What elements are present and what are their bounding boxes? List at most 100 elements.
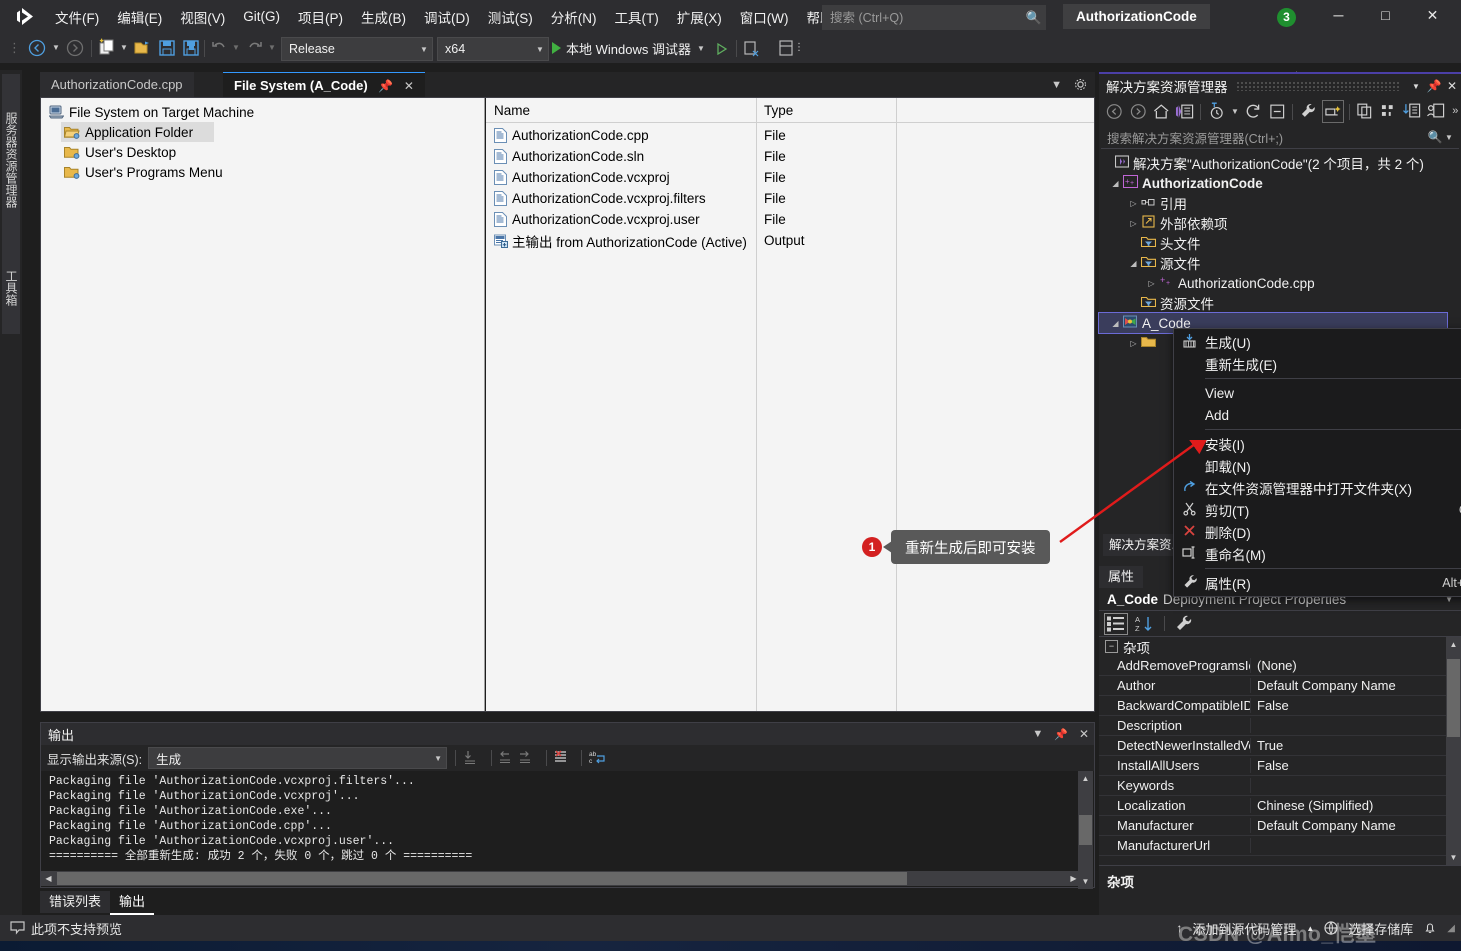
- fs-node-root[interactable]: File System on Target Machine: [41, 102, 484, 122]
- scroll-left-icon[interactable]: ◀: [41, 871, 56, 886]
- solution-explorer-search[interactable]: 搜索解决方案资源管理器(Ctrl+;) 🔍 ▼: [1101, 126, 1459, 149]
- column-header-type[interactable]: Type: [756, 103, 896, 118]
- chevron-down-icon[interactable]: ▼: [416, 45, 432, 54]
- property-row[interactable]: DetectNewerInstalledVersion True: [1099, 736, 1461, 756]
- find-message-icon[interactable]: [464, 749, 484, 767]
- redo-icon[interactable]: [244, 37, 266, 59]
- chevron-down-icon[interactable]: ▼: [697, 44, 705, 53]
- close-icon[interactable]: ✕: [1079, 727, 1089, 741]
- collapse-all-icon[interactable]: [1267, 101, 1288, 122]
- tree-node-external-dependencies[interactable]: ▷ 外部依赖项: [1099, 213, 1461, 233]
- sync-with-active-document-icon[interactable]: [1402, 101, 1423, 122]
- scrollbar-thumb[interactable]: [1447, 659, 1460, 737]
- toolbar-overflow-icon[interactable]: »: [1449, 101, 1461, 122]
- solution-tree[interactable]: 解决方案"AuthorizationCode"(2 个项目，共 2 个) ◢ +…: [1098, 149, 1461, 353]
- collapse-icon[interactable]: −: [1105, 640, 1118, 653]
- home-icon[interactable]: [1151, 101, 1172, 122]
- close-button[interactable]: ✕: [1410, 0, 1455, 31]
- wrench-icon[interactable]: [1298, 101, 1319, 122]
- properties-grid[interactable]: − 杂项 AddRemoveProgramsIcon (None) Author…: [1099, 637, 1461, 865]
- scroll-right-icon[interactable]: ▶: [1066, 871, 1081, 886]
- pin-icon[interactable]: 📌: [1054, 728, 1068, 741]
- table-row[interactable]: AuthorizationCode.sln File: [486, 146, 1094, 167]
- go-to-next-message-icon[interactable]: [519, 749, 539, 767]
- menu-analyze[interactable]: 分析(N): [542, 3, 606, 31]
- navigate-forward-icon[interactable]: [1128, 101, 1149, 122]
- global-search-box[interactable]: 🔍: [822, 5, 1046, 30]
- dock-tab-properties[interactable]: 属性: [1099, 566, 1144, 588]
- dock-tab-toolbox[interactable]: 工具箱: [2, 242, 20, 334]
- chevron-down-icon[interactable]: ▼: [1051, 79, 1062, 91]
- twisty-expanded-icon[interactable]: ◢: [1109, 319, 1122, 328]
- property-value[interactable]: Default Company Name: [1251, 818, 1461, 833]
- save-all-icon[interactable]: [180, 37, 202, 59]
- properties-category-misc[interactable]: − 杂项: [1099, 637, 1461, 656]
- file-list[interactable]: Name Type AuthorizationCode.cpp File Aut…: [486, 98, 1094, 711]
- twisty-collapsed-icon[interactable]: ▷: [1145, 279, 1158, 288]
- twisty-expanded-icon[interactable]: ◢: [1109, 179, 1122, 188]
- output-source-combo[interactable]: 生成 ▼: [148, 747, 448, 769]
- navigate-forward-icon[interactable]: [64, 37, 86, 59]
- toolbar-overflow-icon[interactable]: ⋮: [793, 37, 805, 59]
- chevron-down-icon[interactable]: ▼: [430, 754, 446, 763]
- menu-extensions[interactable]: 扩展(X): [668, 3, 731, 31]
- class-view-icon[interactable]: [1379, 101, 1400, 122]
- output-horizontal-scrollbar[interactable]: ◀ ▶: [41, 871, 1081, 886]
- menu-item-delete[interactable]: 删除(D) Del: [1174, 521, 1461, 543]
- gear-icon[interactable]: [1074, 78, 1087, 91]
- property-value[interactable]: Chinese (Simplified): [1251, 798, 1461, 813]
- column-header-name[interactable]: Name: [486, 103, 756, 118]
- twisty-collapsed-icon[interactable]: ▷: [1127, 339, 1140, 348]
- minimize-button[interactable]: ─: [1316, 0, 1361, 31]
- undo-icon[interactable]: [208, 37, 230, 59]
- property-row[interactable]: Keywords: [1099, 776, 1461, 796]
- refresh-icon[interactable]: [1243, 101, 1264, 122]
- menu-test[interactable]: 测试(S): [479, 3, 542, 31]
- navigate-back-dropdown-icon[interactable]: ▼: [50, 37, 62, 59]
- pin-icon[interactable]: 📌: [1425, 79, 1443, 93]
- preview-changes-icon[interactable]: [740, 37, 762, 59]
- menu-window[interactable]: 窗口(W): [731, 3, 798, 31]
- property-value[interactable]: False: [1251, 758, 1461, 773]
- tree-node-references[interactable]: ▷ 引用: [1099, 193, 1461, 213]
- clear-all-icon[interactable]: [554, 749, 574, 767]
- menu-project[interactable]: 项目(P): [289, 3, 352, 31]
- menu-item-rename[interactable]: 重命名(M) F2: [1174, 543, 1461, 565]
- solution-view-icon[interactable]: [1175, 101, 1196, 122]
- property-value[interactable]: True: [1251, 738, 1461, 753]
- properties-scrollbar[interactable]: ▲ ▼: [1446, 637, 1461, 865]
- notification-badge[interactable]: 3: [1277, 8, 1296, 27]
- scrollbar-thumb[interactable]: [1079, 815, 1092, 845]
- table-row[interactable]: AuthorizationCode.vcxproj.user File: [486, 209, 1094, 230]
- categorized-view-icon[interactable]: [1104, 612, 1128, 635]
- property-row[interactable]: BackwardCompatibleIDGeneration False: [1099, 696, 1461, 716]
- property-row[interactable]: AddRemoveProgramsIcon (None): [1099, 656, 1461, 676]
- fs-node-users-programs-menu[interactable]: User's Programs Menu: [61, 162, 484, 182]
- menu-tools[interactable]: 工具(T): [606, 3, 668, 31]
- twisty-expanded-icon[interactable]: ◢: [1127, 259, 1140, 268]
- platform-combo[interactable]: x64 ▼: [437, 37, 549, 61]
- dock-tab-output[interactable]: 输出: [110, 891, 155, 915]
- menu-item-add[interactable]: Add: [1174, 404, 1461, 426]
- property-row[interactable]: ManufacturerUrl: [1099, 836, 1461, 856]
- maximize-button[interactable]: □: [1363, 0, 1408, 31]
- twisty-collapsed-icon[interactable]: ▷: [1127, 199, 1140, 208]
- chevron-down-icon[interactable]: ▼: [1407, 82, 1425, 91]
- redo-dropdown-icon[interactable]: ▼: [266, 37, 278, 59]
- scrollbar-thumb[interactable]: [57, 872, 907, 885]
- close-icon[interactable]: ✕: [1443, 79, 1461, 93]
- property-value[interactable]: (None): [1251, 658, 1461, 673]
- property-row[interactable]: Author Default Company Name: [1099, 676, 1461, 696]
- tree-node-authorizationcode-cpp[interactable]: ▷ + + AuthorizationCode.cpp: [1099, 273, 1461, 293]
- menu-item-open-folder-in-explorer[interactable]: 在文件资源管理器中打开文件夹(X): [1174, 477, 1461, 499]
- chevron-down-icon[interactable]: ▼: [1230, 101, 1241, 122]
- menu-item-install[interactable]: 安装(I): [1174, 433, 1461, 455]
- twisty-collapsed-icon[interactable]: ▷: [1127, 219, 1140, 228]
- menu-item-uninstall[interactable]: 卸载(N): [1174, 455, 1461, 477]
- fs-node-users-desktop[interactable]: User's Desktop: [61, 142, 484, 162]
- menu-edit[interactable]: 编辑(E): [108, 3, 171, 31]
- property-row[interactable]: Manufacturer Default Company Name: [1099, 816, 1461, 836]
- close-icon[interactable]: ✕: [404, 74, 414, 99]
- chevron-down-icon[interactable]: ▼: [532, 45, 548, 54]
- menu-item-view[interactable]: View: [1174, 382, 1461, 404]
